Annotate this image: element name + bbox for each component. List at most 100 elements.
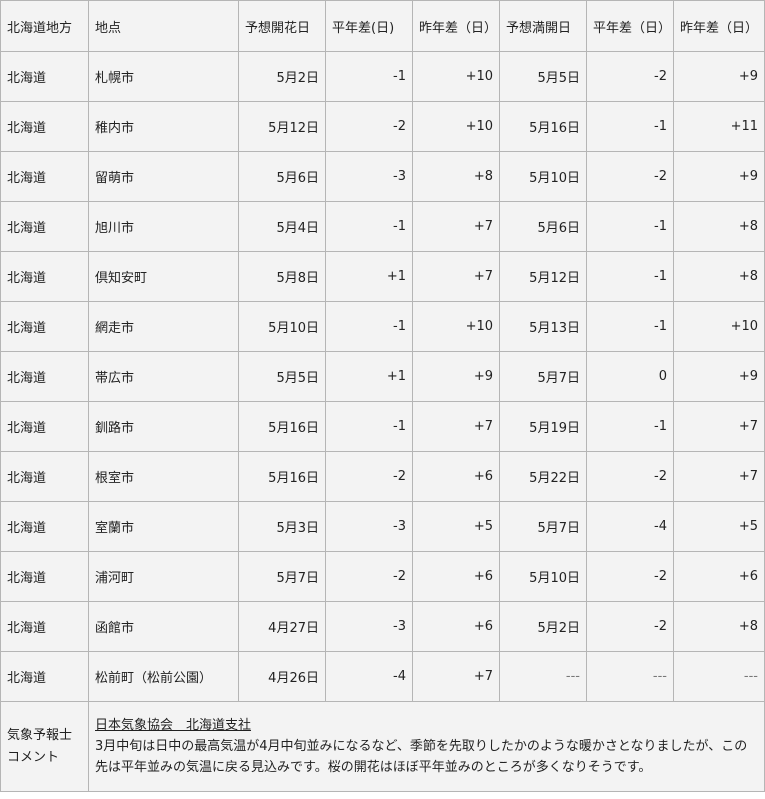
header-bloom-lastyear-diff: 昨年差（日） bbox=[412, 0, 500, 52]
row-bloom-lastyear-diff: +5 bbox=[412, 501, 500, 552]
row-location: 札幌市 bbox=[88, 51, 239, 102]
row-fullbloom-normal-diff: -4 bbox=[586, 501, 674, 552]
row-bloom-lastyear-diff: +6 bbox=[412, 551, 500, 602]
row-bloom-normal-diff: -3 bbox=[325, 601, 413, 652]
row-fullbloom-lastyear-diff: +9 bbox=[673, 51, 765, 102]
row-fullbloom-normal-diff: -1 bbox=[586, 101, 674, 152]
comment-row: 気象予報士 コメント 日本気象協会 北海道支社 3月中旬は日中の最高気温が4月中… bbox=[0, 701, 765, 792]
table-row: 北海道 倶知安町 5月8日 +1 +7 5月12日 -1 +8 bbox=[0, 251, 765, 302]
row-region: 北海道 bbox=[0, 401, 89, 452]
row-location: 旭川市 bbox=[88, 201, 239, 252]
row-bloom-normal-diff: -1 bbox=[325, 401, 413, 452]
row-fullbloom-date: 5月16日 bbox=[499, 101, 587, 152]
row-region: 北海道 bbox=[0, 251, 89, 302]
table-row: 北海道 釧路市 5月16日 -1 +7 5月19日 -1 +7 bbox=[0, 401, 765, 452]
row-location: 室蘭市 bbox=[88, 501, 239, 552]
comment-label-line2: コメント bbox=[7, 749, 60, 765]
table-row: 北海道 札幌市 5月2日 -1 +10 5月5日 -2 +9 bbox=[0, 51, 765, 102]
row-fullbloom-normal-diff: -1 bbox=[586, 401, 674, 452]
row-region: 北海道 bbox=[0, 651, 89, 702]
row-fullbloom-normal-diff: -2 bbox=[586, 601, 674, 652]
table-row: 北海道 稚内市 5月12日 -2 +10 5月16日 -1 +11 bbox=[0, 101, 765, 152]
row-region: 北海道 bbox=[0, 51, 89, 102]
row-fullbloom-normal-diff: -1 bbox=[586, 201, 674, 252]
table-row: 北海道 留萌市 5月6日 -3 +8 5月10日 -2 +9 bbox=[0, 151, 765, 202]
row-bloom-lastyear-diff: +6 bbox=[412, 601, 500, 652]
row-fullbloom-date: 5月7日 bbox=[499, 351, 587, 402]
row-fullbloom-normal-diff: --- bbox=[586, 651, 674, 702]
comment-source-link[interactable]: 日本気象協会 北海道支社 bbox=[95, 718, 251, 733]
row-bloom-lastyear-diff: +10 bbox=[412, 301, 500, 352]
table-row: 北海道 帯広市 5月5日 +1 +9 5月7日 0 +9 bbox=[0, 351, 765, 402]
comment-label: 気象予報士 コメント bbox=[0, 701, 89, 792]
row-fullbloom-date: 5月19日 bbox=[499, 401, 587, 452]
row-fullbloom-lastyear-diff: +5 bbox=[673, 501, 765, 552]
row-bloom-lastyear-diff: +10 bbox=[412, 51, 500, 102]
row-fullbloom-lastyear-diff: +6 bbox=[673, 551, 765, 602]
row-bloom-lastyear-diff: +7 bbox=[412, 651, 500, 702]
table-row: 北海道 浦河町 5月7日 -2 +6 5月10日 -2 +6 bbox=[0, 551, 765, 602]
row-fullbloom-date: 5月12日 bbox=[499, 251, 587, 302]
row-location: 帯広市 bbox=[88, 351, 239, 402]
row-region: 北海道 bbox=[0, 601, 89, 652]
row-fullbloom-lastyear-diff: +9 bbox=[673, 351, 765, 402]
row-fullbloom-date: 5月13日 bbox=[499, 301, 587, 352]
header-fullbloom-normal-diff: 平年差（日） bbox=[586, 0, 674, 52]
row-region: 北海道 bbox=[0, 101, 89, 152]
row-fullbloom-lastyear-diff: +7 bbox=[673, 401, 765, 452]
row-bloom-lastyear-diff: +7 bbox=[412, 201, 500, 252]
row-bloom-normal-diff: -1 bbox=[325, 201, 413, 252]
header-fullbloom-lastyear-diff: 昨年差（日） bbox=[673, 0, 765, 52]
row-location: 釧路市 bbox=[88, 401, 239, 452]
header-location: 地点 bbox=[88, 0, 239, 52]
header-row: 北海道地方 地点 予想開花日 平年差(日) 昨年差（日） 予想満開日 平年差（日… bbox=[0, 0, 765, 52]
row-location: 稚内市 bbox=[88, 101, 239, 152]
header-bloom-date: 予想開花日 bbox=[238, 0, 326, 52]
row-bloom-date: 5月16日 bbox=[238, 451, 326, 502]
row-bloom-lastyear-diff: +7 bbox=[412, 401, 500, 452]
row-fullbloom-lastyear-diff: +8 bbox=[673, 251, 765, 302]
row-fullbloom-lastyear-diff: +8 bbox=[673, 201, 765, 252]
row-fullbloom-lastyear-diff: +8 bbox=[673, 601, 765, 652]
table-row: 北海道 室蘭市 5月3日 -3 +5 5月7日 -4 +5 bbox=[0, 501, 765, 552]
table-row: 北海道 函館市 4月27日 -3 +6 5月2日 -2 +8 bbox=[0, 601, 765, 652]
row-region: 北海道 bbox=[0, 151, 89, 202]
header-bloom-normal-diff: 平年差(日) bbox=[325, 0, 413, 52]
row-bloom-normal-diff: +1 bbox=[325, 351, 413, 402]
row-bloom-lastyear-diff: +7 bbox=[412, 251, 500, 302]
row-fullbloom-date: 5月10日 bbox=[499, 151, 587, 202]
row-bloom-normal-diff: -1 bbox=[325, 301, 413, 352]
row-bloom-normal-diff: -2 bbox=[325, 101, 413, 152]
row-bloom-date: 5月6日 bbox=[238, 151, 326, 202]
row-bloom-date: 5月8日 bbox=[238, 251, 326, 302]
row-fullbloom-lastyear-diff: +10 bbox=[673, 301, 765, 352]
row-bloom-normal-diff: -2 bbox=[325, 451, 413, 502]
row-fullbloom-normal-diff: 0 bbox=[586, 351, 674, 402]
row-fullbloom-date: 5月10日 bbox=[499, 551, 587, 602]
row-bloom-normal-diff: -2 bbox=[325, 551, 413, 602]
row-fullbloom-date: 5月2日 bbox=[499, 601, 587, 652]
row-region: 北海道 bbox=[0, 351, 89, 402]
table-row: 北海道 松前町（松前公園） 4月26日 -4 +7 --- --- --- bbox=[0, 651, 765, 702]
row-bloom-date: 5月7日 bbox=[238, 551, 326, 602]
row-location: 網走市 bbox=[88, 301, 239, 352]
row-fullbloom-date: 5月22日 bbox=[499, 451, 587, 502]
comment-body: 日本気象協会 北海道支社 3月中旬は日中の最高気温が4月中旬並みになるなど、季節… bbox=[88, 701, 765, 792]
header-region: 北海道地方 bbox=[0, 0, 89, 52]
sakura-forecast-table: 北海道地方 地点 予想開花日 平年差(日) 昨年差（日） 予想満開日 平年差（日… bbox=[0, 0, 765, 792]
row-bloom-lastyear-diff: +8 bbox=[412, 151, 500, 202]
row-bloom-date: 5月3日 bbox=[238, 501, 326, 552]
row-bloom-date: 5月10日 bbox=[238, 301, 326, 352]
row-region: 北海道 bbox=[0, 451, 89, 502]
row-bloom-date: 5月12日 bbox=[238, 101, 326, 152]
row-fullbloom-normal-diff: -2 bbox=[586, 451, 674, 502]
comment-text: 3月中旬は日中の最高気温が4月中旬並みになるなど、季節を先取りしたかのような暖か… bbox=[95, 739, 748, 775]
row-location: 根室市 bbox=[88, 451, 239, 502]
row-location: 松前町（松前公園） bbox=[88, 651, 239, 702]
row-location: 倶知安町 bbox=[88, 251, 239, 302]
row-fullbloom-date: 5月6日 bbox=[499, 201, 587, 252]
comment-label-line1: 気象予報士 bbox=[7, 727, 73, 743]
row-bloom-date: 4月26日 bbox=[238, 651, 326, 702]
row-location: 留萌市 bbox=[88, 151, 239, 202]
row-region: 北海道 bbox=[0, 201, 89, 252]
